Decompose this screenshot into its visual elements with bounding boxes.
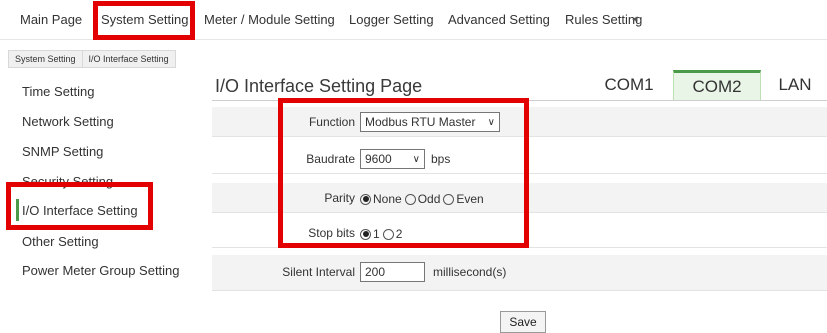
sidebar-item-network-setting[interactable]: Network Setting [22,114,114,129]
save-button[interactable]: Save [500,311,546,333]
tab-lan[interactable]: LAN [770,70,820,100]
breadcrumb: System Setting I/O Interface Setting [8,50,176,68]
nav-main-page[interactable]: Main Page [20,12,82,27]
highlight-box-io-interface-setting [6,182,153,230]
tab-com1[interactable]: COM1 [598,70,660,100]
silent-interval-unit: millisecond(s) [433,265,507,279]
silent-interval-row: Silent Interval 200 millisecond(s) [212,255,827,291]
nav-rules-setting[interactable]: Rules Setting [565,12,642,27]
breadcrumb-io-interface-setting[interactable]: I/O Interface Setting [82,50,176,68]
silent-interval-label: Silent Interval [282,265,355,279]
sidebar-item-power-meter-group-setting[interactable]: Power Meter Group Setting [22,263,180,278]
nav-logger-setting[interactable]: Logger Setting [349,12,434,27]
breadcrumb-system-setting[interactable]: System Setting [8,50,83,68]
tab-com2[interactable]: COM2 [673,70,761,100]
nav-advanced-setting[interactable]: Advanced Setting [448,12,550,27]
nav-meter-module-setting[interactable]: Meter / Module Setting [204,12,335,27]
sidebar-item-other-setting[interactable]: Other Setting [22,234,99,249]
highlight-box-system-setting [93,1,195,40]
sidebar-item-snmp-setting[interactable]: SNMP Setting [22,144,103,159]
silent-interval-input[interactable]: 200 [360,262,425,282]
highlight-box-serial-settings [278,98,529,248]
sidebar-item-time-setting[interactable]: Time Setting [22,84,95,99]
page-title: I/O Interface Setting Page [215,76,423,96]
nav-scroll-left-icon[interactable]: ◂ [632,12,638,25]
